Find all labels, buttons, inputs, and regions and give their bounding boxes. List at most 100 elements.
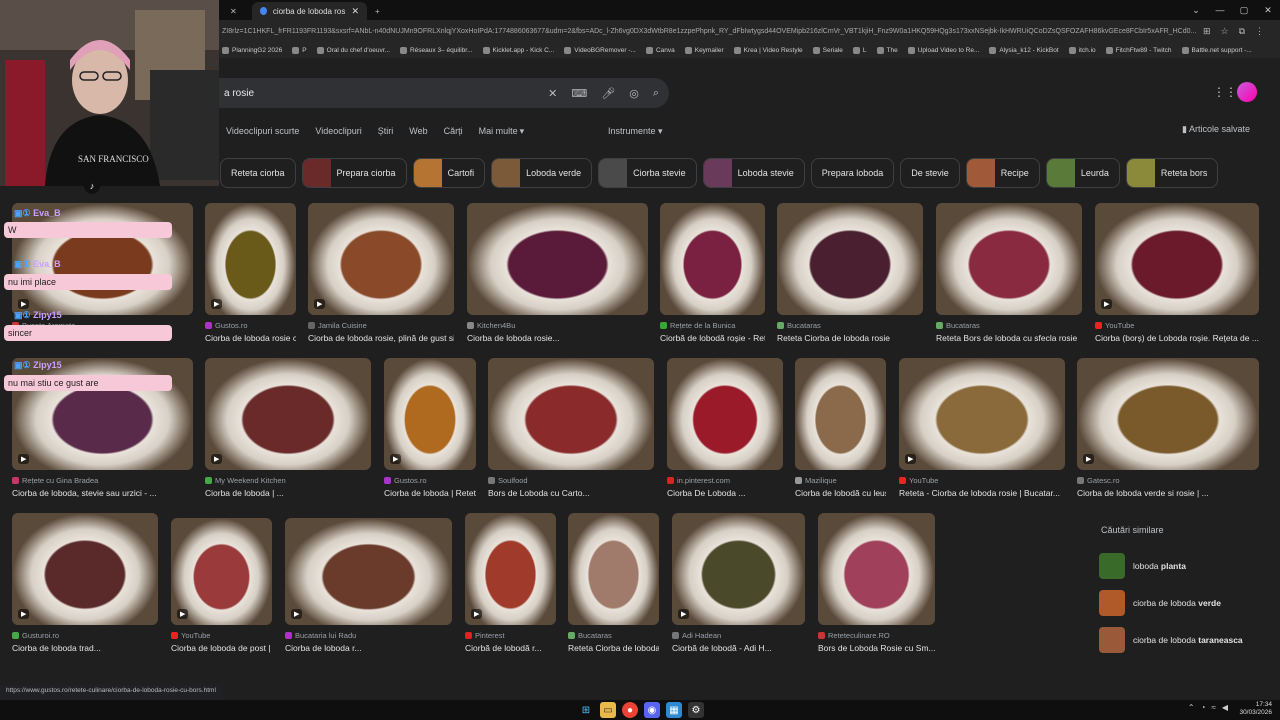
image-result[interactable]: ▶ Adi Hadean Ciorbă de lobodă - Adi H... <box>672 513 805 653</box>
image-result[interactable]: Soulfood Bors de Loboda cu Carto... <box>488 358 654 498</box>
steam-icon[interactable]: ⚙ <box>688 702 704 718</box>
extensions-icon[interactable]: ⧉ <box>1239 26 1245 37</box>
result-source[interactable]: Rețete cu Gina Bradea <box>12 476 193 485</box>
result-caption[interactable]: Bors de Loboda Rosie cu Sm... <box>818 643 935 653</box>
image-result[interactable]: ▶ YouTube Ciorba (borș) de Loboda roșie. R… <box>1095 203 1259 343</box>
translate-icon[interactable]: ⊞ <box>1203 26 1211 37</box>
result-thumbnail[interactable] <box>660 203 765 315</box>
bookmark-item[interactable]: Krea | Video Restyle <box>733 46 803 54</box>
result-caption[interactable]: Ciorba de loboda | ... <box>205 488 371 498</box>
search-icon[interactable]: ⌕ <box>653 87 659 100</box>
image-result[interactable]: ▶ YouTube Reteta - Ciorba de loboda rosie … <box>899 358 1065 498</box>
wifi-icon[interactable]: ≈ <box>1211 703 1215 712</box>
nav-tab[interactable]: Cărți <box>444 126 463 137</box>
nav-tab[interactable]: Videoclipuri scurte <box>226 126 299 137</box>
result-caption[interactable]: Ciorba de loboda rosie... <box>467 333 648 343</box>
bookmark-item[interactable]: VideoBGRemover -... <box>564 46 636 54</box>
result-thumbnail[interactable] <box>667 358 783 470</box>
nav-tab[interactable]: Videoclipuri <box>315 126 361 137</box>
menu-icon[interactable]: ⋮ <box>1255 26 1264 37</box>
result-thumbnail[interactable]: ▶ <box>12 513 158 625</box>
volume-icon[interactable]: ◀︎ <box>1222 703 1228 712</box>
clock[interactable]: 17:34 30/03/2026 <box>1239 701 1272 717</box>
refinement-chip[interactable]: Prepara ciorba <box>301 158 407 188</box>
refinement-chip[interactable]: Leurda <box>1045 158 1120 188</box>
keyboard-icon[interactable]: ⌨ <box>571 87 587 100</box>
result-thumbnail[interactable] <box>795 358 886 470</box>
image-result[interactable]: Reteteculinare.RO Bors de Loboda Rosie cu… <box>818 513 935 653</box>
minimize-icon[interactable]: — <box>1208 0 1232 20</box>
close-window-icon[interactable]: ✕ <box>1256 0 1280 20</box>
result-source[interactable]: Soulfood <box>488 476 654 485</box>
nav-tab[interactable]: Știri <box>378 126 394 137</box>
result-thumbnail[interactable]: ▶ <box>384 358 476 470</box>
result-caption[interactable]: Ciorba de loboda rosie, plină de gust si… <box>308 333 454 343</box>
bookmark-item[interactable]: The <box>876 46 898 54</box>
image-result[interactable]: ▶ My Weekend Kitchen Ciorba de loboda | ..… <box>205 358 371 498</box>
browser-tab-active[interactable]: ciorba de loboda rosie - Căutare ✕ <box>252 2 367 20</box>
related-search-item[interactable]: ciorba de loboda verde <box>1093 584 1260 621</box>
result-thumbnail[interactable]: ▶ <box>672 513 805 625</box>
result-source[interactable]: Gusturoi.ro <box>12 631 158 640</box>
bookmark-item[interactable]: Keymailer <box>684 46 724 54</box>
image-result[interactable]: ▶ Gustos.ro Ciorba de loboda | Retete culi… <box>384 358 476 498</box>
bookmark-item[interactable]: Kicklet.app - Kick C... <box>482 46 554 54</box>
result-source[interactable]: YouTube <box>171 631 272 640</box>
chrome-icon[interactable]: ● <box>622 702 638 718</box>
image-result[interactable]: Bucataras Reteta Ciorba de loboda rosie <box>777 203 923 343</box>
image-result[interactable]: Rețete de la Bunica Ciorbă de lobodă roși… <box>660 203 765 343</box>
microphone-icon[interactable]: 🎤︎ <box>601 87 615 100</box>
result-thumbnail[interactable]: ▶ <box>205 358 371 470</box>
refinement-chip[interactable]: Cartofi <box>412 158 486 188</box>
result-source[interactable]: Bucataras <box>777 321 923 330</box>
refinement-chip[interactable]: Prepara loboda <box>810 158 895 188</box>
bookmark-item[interactable]: Canva <box>645 46 675 54</box>
result-thumbnail[interactable] <box>818 513 935 625</box>
related-search-item[interactable]: ciorba de loboda taraneasca <box>1093 621 1260 658</box>
result-thumbnail[interactable]: ▶ <box>1095 203 1259 315</box>
image-result[interactable]: ▶ Gustos.ro Ciorba de loboda rosie cu bors… <box>205 203 296 343</box>
result-source[interactable]: Gatesc.ro <box>1077 476 1259 485</box>
image-result[interactable]: ▶ Jamila Cuisine Ciorba de loboda rosie, p… <box>308 203 454 343</box>
result-thumbnail[interactable]: ▶ <box>465 513 556 625</box>
image-result[interactable]: Bucataras Reteta Ciorba de loboda cu af..… <box>568 513 659 653</box>
result-caption[interactable]: Ciorba De Loboda ... <box>667 488 783 498</box>
result-source[interactable]: Reteteculinare.RO <box>818 631 935 640</box>
result-caption[interactable]: Ciorba de lobodă cu leuștean - Mazili... <box>795 488 886 498</box>
image-result[interactable]: ▶ Pinterest Ciorbă de lobodă r... <box>465 513 556 653</box>
refinement-chip[interactable]: De stevie <box>900 158 960 188</box>
lens-icon[interactable]: ◎ <box>629 87 639 100</box>
windows-start-icon[interactable]: ⊞ <box>578 702 594 718</box>
app-icon[interactable]: ▦ <box>666 702 682 718</box>
result-thumbnail[interactable]: ▶ <box>205 203 296 315</box>
result-thumbnail[interactable]: ▶ <box>1077 358 1259 470</box>
discord-icon[interactable]: ◉ <box>644 702 660 718</box>
network-icon[interactable]: ◔ <box>1201 703 1206 712</box>
result-caption[interactable]: Reteta Ciorba de loboda rosie <box>777 333 923 343</box>
result-caption[interactable]: Ciorba de loboda trad... <box>12 643 158 653</box>
tab-search-icon[interactable]: ⌄ <box>1184 0 1208 20</box>
result-source[interactable]: YouTube <box>1095 321 1259 330</box>
result-caption[interactable]: Ciorba de loboda verde si rosie | ... <box>1077 488 1259 498</box>
refinement-chip[interactable]: Loboda verde <box>491 158 593 188</box>
result-caption[interactable]: Ciorbă de lobodă r... <box>465 643 556 653</box>
result-source[interactable]: Adi Hadean <box>672 631 805 640</box>
related-search-item[interactable]: loboda planta <box>1093 547 1260 584</box>
account-avatar[interactable] <box>1237 82 1257 102</box>
result-source[interactable]: Jamila Cuisine <box>308 321 454 330</box>
bookmark-item[interactable]: P <box>292 46 307 54</box>
result-caption[interactable]: Ciorbă de lobodă - Adi H... <box>672 643 805 653</box>
result-source[interactable]: My Weekend Kitchen <box>205 476 371 485</box>
star-icon[interactable]: ☆ <box>1220 26 1228 37</box>
search-box[interactable]: a rosie ✕ ⌨ 🎤︎ ◎ ⌕ <box>200 78 669 108</box>
bookmark-item[interactable]: FitchFtw89 - Twitch <box>1105 46 1172 54</box>
result-caption[interactable]: Ciorba de loboda, stevie sau urzici - ..… <box>12 488 193 498</box>
nav-tab[interactable]: Mai multe <box>479 126 518 137</box>
browser-tab-inactive[interactable]: ✕ <box>222 2 252 20</box>
result-caption[interactable]: Ciorba de loboda r... <box>285 643 452 653</box>
refinement-chip[interactable]: Loboda stevie <box>702 158 805 188</box>
bookmark-item[interactable]: Battle.net support -... <box>1181 46 1252 54</box>
close-icon[interactable]: ✕ <box>230 7 237 16</box>
bookmark-item[interactable]: L <box>852 46 867 54</box>
refinement-chip[interactable]: Recipe <box>965 158 1040 188</box>
